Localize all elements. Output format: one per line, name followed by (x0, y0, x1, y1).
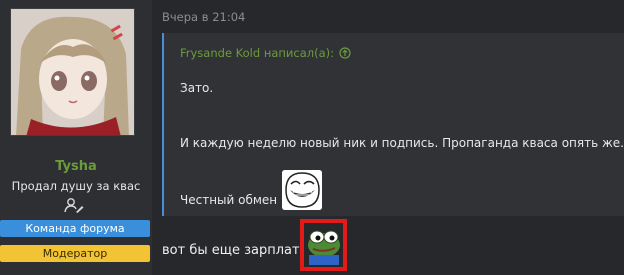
quote-line: Зато. (180, 81, 214, 95)
team-banner: Команда форума (0, 220, 150, 237)
quote-line: И каждую неделю новый ник и подпись. Про… (180, 136, 624, 150)
forum-post: Tysha Продал душу за квас Команда форума… (0, 0, 624, 275)
username[interactable]: Tysha (0, 159, 152, 174)
user-title: Продал душу за квас (11, 179, 141, 193)
arrow-up-circle-icon[interactable] (339, 47, 351, 59)
pepe-smiley (300, 219, 347, 271)
post-date[interactable]: Вчера в 21:04 (162, 10, 245, 24)
quote-header[interactable]: Frysande Kold написал(а): (180, 46, 351, 60)
quote-block: Frysande Kold написал(а): Зато. И каждую… (162, 33, 624, 216)
post-author-panel: Tysha Продал душу за квас Команда форума… (0, 0, 152, 275)
quote-author[interactable]: Frysande Kold написал(а): (180, 46, 334, 60)
trollface-smiley (282, 170, 322, 210)
user-avatar[interactable] (10, 8, 135, 136)
quote-line: Честный обмен (180, 193, 278, 207)
moderator-banner: Модератор (0, 245, 150, 262)
reply-text: вот бы еще зарплату (162, 243, 308, 258)
user-edit-icon (64, 197, 84, 213)
